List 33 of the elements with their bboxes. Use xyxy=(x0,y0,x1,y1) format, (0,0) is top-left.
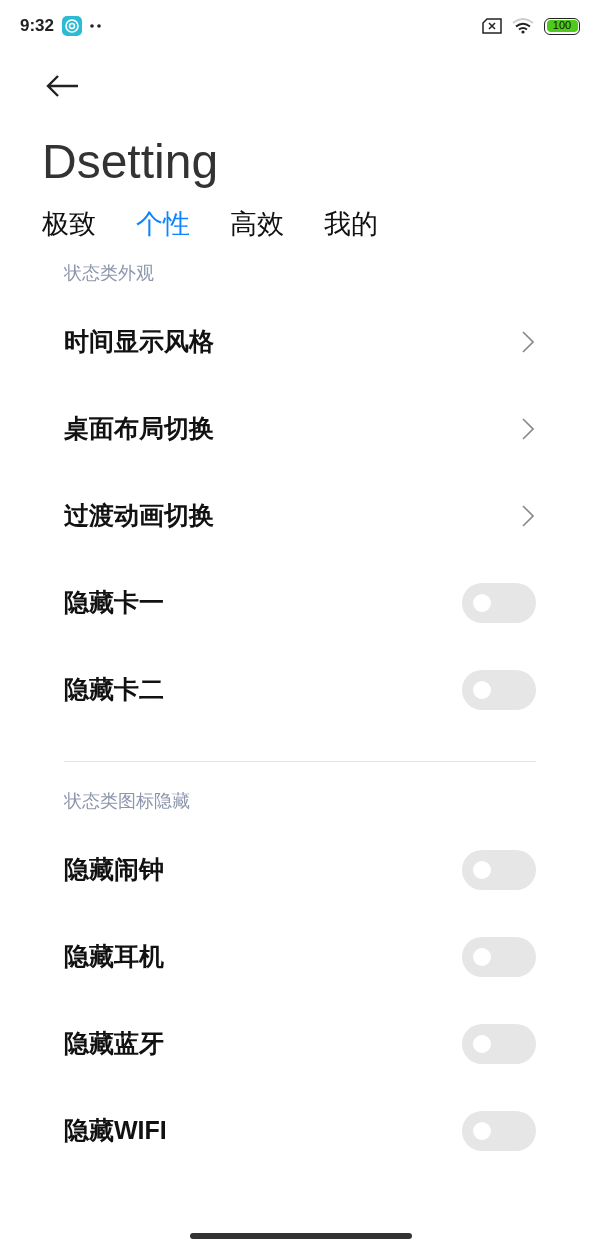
chevron-right-icon[interactable] xyxy=(522,504,534,527)
chevron-right-icon[interactable] xyxy=(522,330,534,353)
setting-label: 隐藏耳机 xyxy=(64,940,164,972)
tab[interactable]: 高效 xyxy=(230,204,284,244)
setting-label: 隐藏卡一 xyxy=(64,586,164,618)
section-header: 状态类图标隐藏 xyxy=(64,789,191,813)
home-indicator[interactable] xyxy=(190,1233,412,1239)
clock-time: 9:32 xyxy=(20,15,55,38)
setting-label: 时间显示风格 xyxy=(64,325,214,357)
page-title: Dsetting xyxy=(42,134,220,190)
dots-icon xyxy=(90,24,103,28)
target-app-icon xyxy=(62,16,83,36)
toggle-switch[interactable] xyxy=(462,936,536,977)
setting-label: 隐藏闹钟 xyxy=(64,853,164,885)
wifi-icon xyxy=(512,18,534,34)
tab[interactable]: 个性 xyxy=(136,204,190,244)
chevron-right-icon[interactable] xyxy=(522,417,534,440)
setting-label: 隐藏WIFI xyxy=(64,1114,167,1146)
toggle-switch[interactable] xyxy=(462,1110,536,1151)
setting-label: 过渡动画切换 xyxy=(64,499,214,531)
setting-label: 隐藏蓝牙 xyxy=(64,1027,164,1059)
setting-label: 桌面布局切换 xyxy=(64,412,214,444)
setting-label: 隐藏卡二 xyxy=(64,673,164,705)
toggle-switch[interactable] xyxy=(462,669,536,710)
toggle-switch[interactable] xyxy=(462,1023,536,1064)
no-sim-icon xyxy=(482,18,502,34)
toggle-switch[interactable] xyxy=(462,849,536,890)
toggle-switch[interactable] xyxy=(462,582,536,623)
tab[interactable]: 极致 xyxy=(42,204,96,244)
back-arrow-icon[interactable] xyxy=(46,74,80,98)
battery-level: 100 xyxy=(546,20,578,32)
section-header: 状态类外观 xyxy=(64,261,155,285)
tab[interactable]: 我的 xyxy=(324,204,378,244)
